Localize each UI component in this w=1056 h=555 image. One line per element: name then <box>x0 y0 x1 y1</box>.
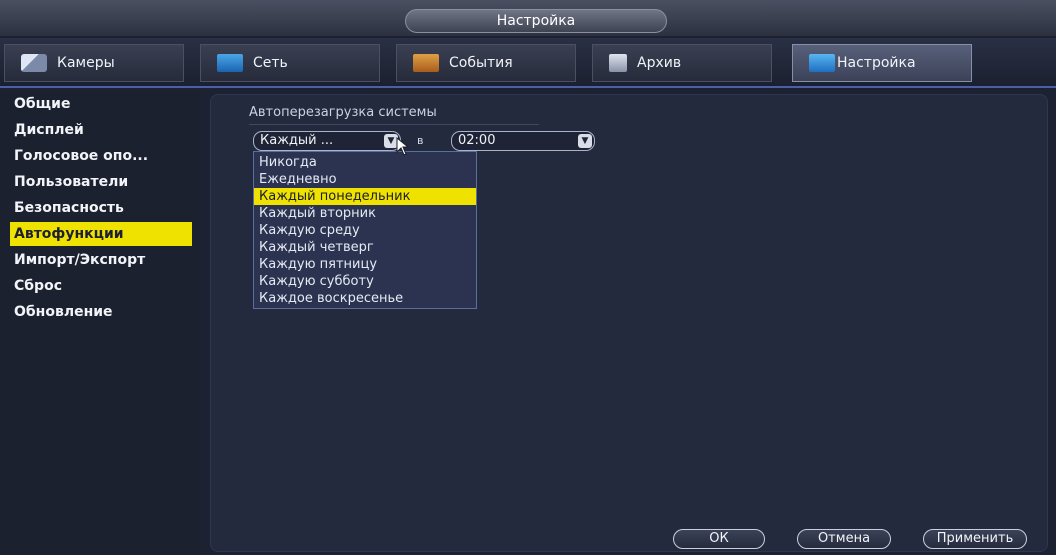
camera-icon <box>21 54 47 72</box>
cancel-button[interactable]: Отмена <box>797 529 891 549</box>
settings-icon <box>809 54 835 72</box>
sidebar-item-auto-functions[interactable]: Автофункции <box>10 222 192 246</box>
dropdown-option-monday[interactable]: Каждый понедельник <box>254 188 476 205</box>
dropdown-option-thursday[interactable]: Каждый четверг <box>254 239 476 256</box>
sidebar-item-display[interactable]: Дисплей <box>10 118 196 142</box>
archive-icon <box>609 54 627 72</box>
main-tab-bar: Камеры Сеть События Архив Настройка <box>0 38 1056 88</box>
tab-cameras[interactable]: Камеры <box>4 44 184 82</box>
sidebar-item-voice[interactable]: Голосовое опо... <box>10 144 196 168</box>
apply-button[interactable]: Применить <box>923 529 1027 549</box>
dropdown-option-wednesday[interactable]: Каждую среду <box>254 222 476 239</box>
day-dropdown-list: Никогда Ежедневно Каждый понедельник Каж… <box>253 151 477 309</box>
sidebar-item-security[interactable]: Безопасность <box>10 196 196 220</box>
reboot-time-select[interactable]: 02:00 ▼ <box>451 131 595 151</box>
sidebar-item-reset[interactable]: Сброс <box>10 274 196 298</box>
ok-button[interactable]: ОК <box>673 529 765 549</box>
sidebar-item-import-export[interactable]: Импорт/Экспорт <box>10 248 196 272</box>
sidebar: Общие Дисплей Голосовое опо... Пользоват… <box>0 90 200 555</box>
reboot-day-value: Каждый ... <box>260 133 334 148</box>
sidebar-item-update[interactable]: Обновление <box>10 300 196 324</box>
section-divider <box>249 124 539 125</box>
window-title: Настройка <box>405 9 667 33</box>
title-bar: Настройка <box>0 0 1056 36</box>
sidebar-item-general[interactable]: Общие <box>10 92 196 116</box>
events-icon <box>413 54 439 72</box>
reboot-time-value: 02:00 <box>458 133 496 148</box>
tab-network[interactable]: Сеть <box>200 44 380 82</box>
dropdown-option-friday[interactable]: Каждую пятницу <box>254 256 476 273</box>
tab-label: Настройка <box>837 55 916 71</box>
tab-settings[interactable]: Настройка <box>792 44 972 82</box>
dropdown-option-saturday[interactable]: Каждую субботу <box>254 273 476 290</box>
tab-label: Сеть <box>253 55 288 71</box>
sidebar-item-users[interactable]: Пользователи <box>10 170 196 194</box>
dropdown-option-tuesday[interactable]: Каждый вторник <box>254 205 476 222</box>
tab-events[interactable]: События <box>396 44 576 82</box>
network-icon <box>217 54 243 72</box>
dropdown-option-daily[interactable]: Ежедневно <box>254 171 476 188</box>
chevron-down-icon[interactable]: ▼ <box>578 134 592 148</box>
content-panel: Автоперезагрузка системы Каждый ... ▼ в … <box>210 94 1048 552</box>
at-label: в <box>417 134 424 147</box>
tab-label: Камеры <box>57 55 115 71</box>
mouse-cursor-icon <box>396 137 410 156</box>
tab-archive[interactable]: Архив <box>592 44 772 82</box>
section-title: Автоперезагрузка системы <box>249 105 437 120</box>
reboot-day-select[interactable]: Каждый ... ▼ <box>253 131 401 151</box>
dropdown-option-never[interactable]: Никогда <box>254 154 476 171</box>
tab-label: Архив <box>637 55 682 71</box>
dropdown-option-sunday[interactable]: Каждое воскресенье <box>254 290 476 307</box>
tab-label: События <box>449 55 513 71</box>
